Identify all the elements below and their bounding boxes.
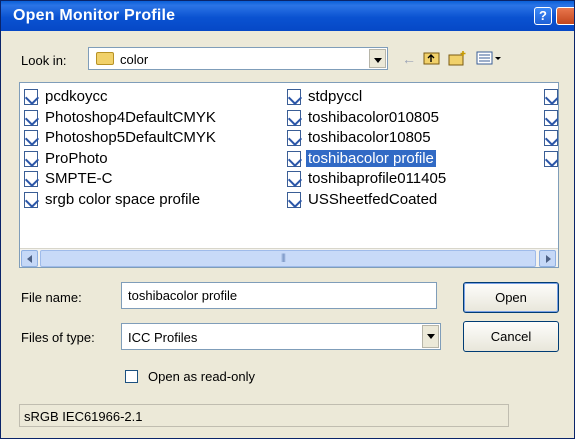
- view-menu-icon[interactable]: [475, 50, 503, 68]
- profile-file-icon: [544, 150, 558, 167]
- read-only-checkbox[interactable]: [125, 370, 138, 383]
- profile-file-icon: [24, 150, 38, 167]
- open-button[interactable]: Open: [463, 282, 559, 313]
- file-name-input[interactable]: [122, 283, 436, 308]
- scrollbar-thumb[interactable]: [40, 250, 536, 267]
- file-list-item-label: toshibaprofile011405: [308, 170, 447, 187]
- file-list-item-label: stdpyccl: [308, 88, 363, 105]
- cancel-button[interactable]: Cancel: [463, 321, 559, 352]
- title-bar: Open Monitor Profile ?: [1, 1, 574, 31]
- profile-file-icon: [287, 89, 301, 105]
- up-folder-icon[interactable]: [422, 50, 442, 68]
- horizontal-scrollbar[interactable]: [20, 248, 558, 267]
- profile-file-icon: [24, 109, 38, 126]
- file-type-label: Files of type:: [21, 330, 95, 345]
- profile-file-icon: [24, 89, 38, 105]
- status-text: sRGB IEC61966-2.1: [24, 409, 143, 424]
- file-list-item-label: toshibacolor profile: [306, 149, 436, 167]
- open-button-label: Open: [495, 290, 527, 305]
- cancel-button-label: Cancel: [490, 329, 532, 344]
- file-name-field[interactable]: [121, 282, 437, 309]
- chevron-down-icon[interactable]: [369, 49, 386, 68]
- file-type-dropdown[interactable]: ICC Profiles: [121, 323, 441, 350]
- scroll-left-icon[interactable]: [21, 250, 38, 267]
- file-list-item-label: ProPhoto: [45, 149, 108, 167]
- open-monitor-profile-dialog: Open Monitor Profile ? Look in: color ← …: [0, 0, 575, 439]
- status-bar: sRGB IEC61966-2.1: [19, 404, 509, 427]
- new-folder-icon[interactable]: [448, 50, 468, 68]
- profile-file-icon: [287, 109, 301, 126]
- look-in-value: color: [120, 52, 149, 67]
- profile-file-icon: [287, 150, 301, 167]
- back-arrow-icon[interactable]: ←: [399, 50, 419, 68]
- profile-file-icon: [544, 109, 558, 126]
- profile-file-icon: [24, 171, 38, 187]
- file-name-label: File name:: [21, 290, 82, 305]
- read-only-label: Open as read-only: [148, 369, 255, 384]
- profile-file-icon: [287, 130, 301, 146]
- file-list-item-label: SMPTE-C: [45, 170, 113, 187]
- file-list-item-label: Photoshop5DefaultCMYK: [45, 129, 216, 146]
- file-list-item-label: srgb color space profile: [45, 190, 201, 208]
- chevron-down-icon[interactable]: [422, 325, 439, 348]
- file-list-item-label: toshibacolor10805: [308, 129, 431, 146]
- profile-file-icon: [287, 191, 301, 208]
- scroll-right-icon[interactable]: [539, 250, 556, 267]
- file-list-item-label: USSheetfedCoated: [308, 190, 438, 208]
- help-icon: ?: [539, 8, 547, 23]
- file-list[interactable]: pcdkoycc Photoshop4DefaultCMYK Photoshop5D…: [19, 82, 559, 268]
- profile-file-icon: [287, 171, 301, 187]
- profile-file-icon: [544, 89, 558, 105]
- profile-file-icon: [544, 130, 558, 146]
- profile-file-icon: [24, 130, 38, 146]
- close-button[interactable]: [556, 7, 574, 25]
- file-list-item-label: Photoshop4DefaultCMYK: [45, 108, 216, 126]
- look-in-label: Look in:: [21, 53, 67, 68]
- folder-icon: [96, 52, 114, 65]
- dialog-title: Open Monitor Profile: [13, 7, 176, 24]
- help-button[interactable]: ?: [534, 7, 552, 25]
- profile-file-icon: [24, 191, 38, 208]
- file-list-item-label: pcdkoycc: [45, 88, 108, 105]
- file-list-item-label: toshibacolor010805: [308, 108, 439, 126]
- look-in-dropdown[interactable]: color: [88, 47, 388, 70]
- file-type-value: ICC Profiles: [128, 330, 198, 345]
